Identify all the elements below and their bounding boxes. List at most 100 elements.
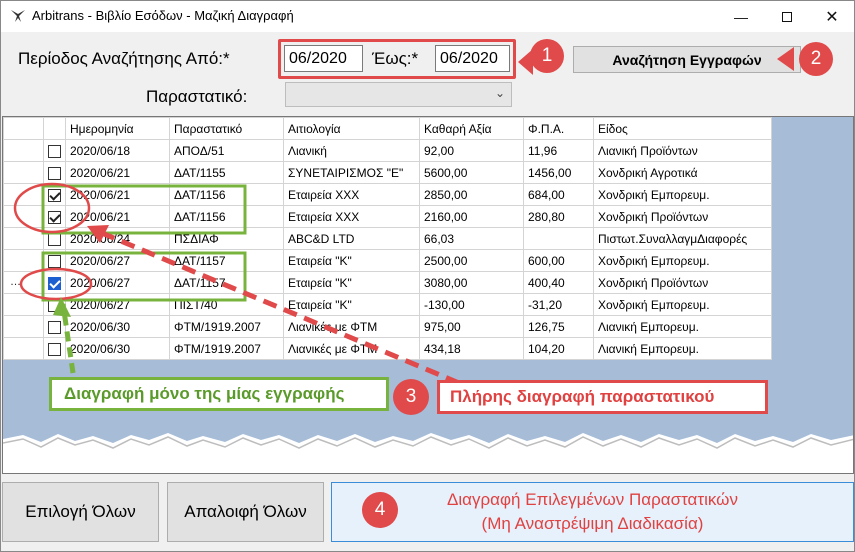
cell-reason[interactable]: ABC&D LTD bbox=[283, 227, 420, 250]
table-row[interactable]: 2020/06/18 ΑΠΟΔ/51 Λιανική 92,00 11,96 Λιανικ… bbox=[3, 139, 772, 162]
cell-type[interactable]: Χονδρική Αγροτικά bbox=[593, 161, 772, 184]
column-header-type[interactable]: Είδος bbox=[593, 117, 772, 140]
row-checkbox[interactable] bbox=[48, 232, 61, 246]
cell-date[interactable]: 2020/06/24 bbox=[65, 227, 170, 250]
row-header[interactable] bbox=[3, 139, 44, 162]
cell-reason[interactable]: Εταιρεία ΧΧΧ bbox=[283, 183, 420, 206]
cell-date[interactable]: 2020/06/27 bbox=[65, 293, 170, 316]
cell-vat[interactable]: 600,00 bbox=[523, 249, 594, 272]
cell-net-value[interactable]: -130,00 bbox=[419, 293, 524, 316]
cell-net-value[interactable]: 92,00 bbox=[419, 139, 524, 162]
row-header[interactable] bbox=[3, 315, 44, 338]
cell-vat[interactable]: 684,00 bbox=[523, 183, 594, 206]
cell-date[interactable]: 2020/06/21 bbox=[65, 205, 170, 228]
close-button[interactable]: ✕ bbox=[809, 1, 854, 32]
column-header-vat[interactable]: Φ.Π.Α. bbox=[523, 117, 594, 140]
table-row[interactable]: 2020/06/21 ΔΑΤ/1156 Εταιρεία ΧΧΧ 2160,00 280… bbox=[3, 205, 772, 228]
cell-vat[interactable]: 11,96 bbox=[523, 139, 594, 162]
cell-document[interactable]: ΔΑΤ/1156 bbox=[169, 205, 284, 228]
cell-document[interactable]: ΔΑΤ/1157 bbox=[169, 249, 284, 272]
cell-vat[interactable]: 126,75 bbox=[523, 315, 594, 338]
row-checkbox[interactable] bbox=[48, 188, 61, 202]
cell-date[interactable]: 2020/06/18 bbox=[65, 139, 170, 162]
cell-type[interactable]: Λιανική Εμπορευμ. bbox=[593, 315, 772, 338]
cell-reason[interactable]: Εταιρεία "Κ" bbox=[283, 293, 420, 316]
cell-date[interactable]: 2020/06/30 bbox=[65, 315, 170, 338]
table-row[interactable]: 2020/06/27 ΠΙΣΤ/40 Εταιρεία "Κ" -130,00 -31,… bbox=[3, 293, 772, 316]
cell-reason[interactable]: Εταιρεία "Κ" bbox=[283, 271, 420, 294]
cell-date[interactable]: 2020/06/27 bbox=[65, 271, 170, 294]
cell-net-value[interactable]: 2160,00 bbox=[419, 205, 524, 228]
cell-document[interactable]: ΔΑΤ/1157 bbox=[169, 271, 284, 294]
table-row[interactable]: 2020/06/30 ΦΤΜ/1919.2007 Λιανικές με ΦΤΜ 43… bbox=[3, 337, 772, 360]
cell-reason[interactable]: Εταιρεία ΧΧΧ bbox=[283, 205, 420, 228]
cell-document[interactable]: ΦΤΜ/1919.2007 bbox=[169, 315, 284, 338]
select-cell[interactable] bbox=[43, 161, 66, 184]
select-cell[interactable] bbox=[43, 227, 66, 250]
select-all-button[interactable]: Επιλογή Όλων bbox=[2, 482, 159, 542]
select-cell[interactable] bbox=[43, 139, 66, 162]
column-header-net-value[interactable]: Καθαρή Αξία bbox=[419, 117, 524, 140]
table-row[interactable]: 2020/06/27 ΔΑΤ/1157 Εταιρεία "Κ" 2500,00 600… bbox=[3, 249, 772, 272]
cell-reason[interactable]: ΣΥΝΕΤΑΙΡΙΣΜΟΣ "Ε" bbox=[283, 161, 420, 184]
table-row[interactable]: 2020/06/24 ΠΣΔΙΑΦ ABC&D LTD 66,03 Πιστωτ.Συν… bbox=[3, 227, 772, 250]
cell-type[interactable]: Λιανική Εμπορευμ. bbox=[593, 337, 772, 360]
cell-document[interactable]: ΔΑΤ/1155 bbox=[169, 161, 284, 184]
search-records-button[interactable]: Αναζήτηση Εγγραφών bbox=[573, 46, 801, 73]
row-header[interactable] bbox=[3, 293, 44, 316]
period-from-input[interactable] bbox=[284, 45, 363, 72]
select-cell[interactable] bbox=[43, 337, 66, 360]
document-select[interactable]: ⌄ bbox=[285, 82, 512, 107]
cell-net-value[interactable]: 2500,00 bbox=[419, 249, 524, 272]
row-checkbox[interactable] bbox=[48, 298, 61, 312]
column-header-date[interactable]: Ημερομηνία bbox=[65, 117, 170, 140]
cell-net-value[interactable]: 434,18 bbox=[419, 337, 524, 360]
row-header[interactable]: … bbox=[3, 271, 44, 294]
cell-type[interactable]: Λιανική Προϊόντων bbox=[593, 139, 772, 162]
cell-vat[interactable]: 280,80 bbox=[523, 205, 594, 228]
select-cell[interactable] bbox=[43, 249, 66, 272]
select-cell[interactable] bbox=[43, 183, 66, 206]
row-header[interactable] bbox=[3, 337, 44, 360]
cell-net-value[interactable]: 975,00 bbox=[419, 315, 524, 338]
row-checkbox[interactable] bbox=[48, 320, 61, 334]
column-header-reason[interactable]: Αιτιολογία bbox=[283, 117, 420, 140]
maximize-button[interactable] bbox=[764, 1, 810, 32]
period-to-input[interactable] bbox=[435, 45, 510, 72]
row-checkbox[interactable] bbox=[48, 342, 61, 356]
row-checkbox[interactable] bbox=[48, 144, 61, 158]
cell-type[interactable]: Χονδρική Εμπορευμ. bbox=[593, 293, 772, 316]
row-checkbox[interactable] bbox=[48, 166, 61, 180]
row-header[interactable] bbox=[3, 183, 44, 206]
cell-vat[interactable]: -31,20 bbox=[523, 293, 594, 316]
cell-reason[interactable]: Λιανικές με ΦΤΜ bbox=[283, 337, 420, 360]
select-cell[interactable] bbox=[43, 271, 66, 294]
row-header[interactable] bbox=[3, 161, 44, 184]
minimize-button[interactable]: — bbox=[718, 1, 764, 32]
cell-net-value[interactable]: 3080,00 bbox=[419, 271, 524, 294]
select-cell[interactable] bbox=[43, 205, 66, 228]
row-checkbox[interactable] bbox=[48, 276, 61, 290]
row-header[interactable] bbox=[3, 205, 44, 228]
cell-date[interactable]: 2020/06/30 bbox=[65, 337, 170, 360]
row-checkbox[interactable] bbox=[48, 210, 61, 224]
deselect-all-button[interactable]: Απαλοιφή Όλων bbox=[167, 482, 324, 542]
cell-type[interactable]: Χονδρική Προϊόντων bbox=[593, 271, 772, 294]
cell-document[interactable]: ΦΤΜ/1919.2007 bbox=[169, 337, 284, 360]
cell-date[interactable]: 2020/06/27 bbox=[65, 249, 170, 272]
cell-document[interactable]: ΔΑΤ/1156 bbox=[169, 183, 284, 206]
select-cell[interactable] bbox=[43, 315, 66, 338]
row-checkbox[interactable] bbox=[48, 254, 61, 268]
cell-vat[interactable] bbox=[523, 227, 594, 250]
cell-net-value[interactable]: 66,03 bbox=[419, 227, 524, 250]
cell-date[interactable]: 2020/06/21 bbox=[65, 161, 170, 184]
table-row[interactable]: 2020/06/21 ΔΑΤ/1155 ΣΥΝΕΤΑΙΡΙΣΜΟΣ "Ε" 5600,… bbox=[3, 161, 772, 184]
cell-type[interactable]: Χονδρική Προϊόντων bbox=[593, 205, 772, 228]
table-row[interactable]: 2020/06/30 ΦΤΜ/1919.2007 Λιανικές με ΦΤΜ 97… bbox=[3, 315, 772, 338]
column-header-document[interactable]: Παραστατικό bbox=[169, 117, 284, 140]
select-cell[interactable] bbox=[43, 293, 66, 316]
cell-document[interactable]: ΑΠΟΔ/51 bbox=[169, 139, 284, 162]
cell-reason[interactable]: Λιανική bbox=[283, 139, 420, 162]
cell-reason[interactable]: Λιανικές με ΦΤΜ bbox=[283, 315, 420, 338]
cell-net-value[interactable]: 5600,00 bbox=[419, 161, 524, 184]
